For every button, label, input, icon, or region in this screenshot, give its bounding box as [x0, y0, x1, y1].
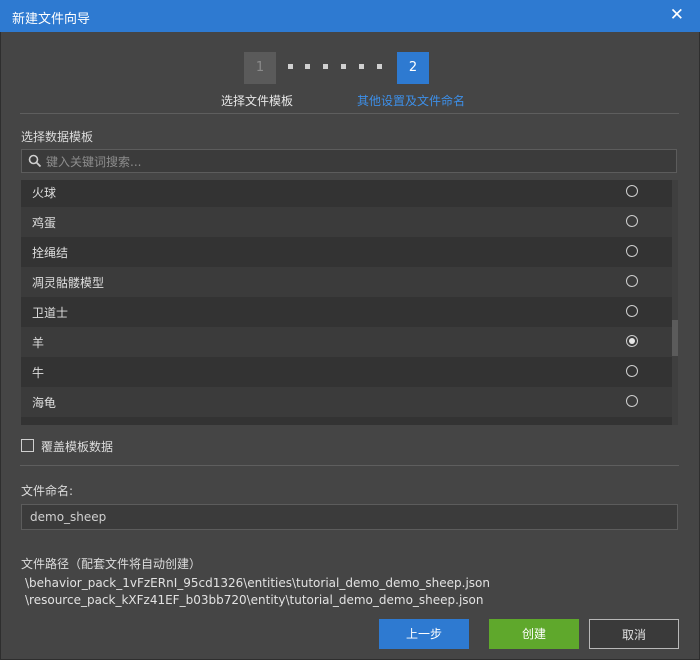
list-item[interactable]: 火球	[21, 180, 672, 207]
previous-step-button[interactable]: 上一步	[379, 619, 469, 649]
divider	[20, 465, 679, 466]
radio-button[interactable]	[626, 275, 638, 287]
list-item[interactable]: 海龟	[21, 387, 672, 417]
step-2-label: 其他设置及文件命名	[357, 94, 466, 108]
list-item-partial	[21, 417, 672, 425]
list-scrollbar-thumb[interactable]	[672, 320, 678, 356]
template-section-label: 选择数据模板	[21, 130, 94, 144]
list-item-label: 火球	[32, 186, 57, 200]
file-name-input[interactable]	[21, 504, 678, 530]
progress-dot	[359, 64, 364, 69]
list-item[interactable]: 牛	[21, 357, 672, 387]
window-title: 新建文件向导	[12, 12, 91, 27]
radio-button[interactable]	[626, 185, 638, 197]
list-item[interactable]: 凋灵骷髅模型	[21, 267, 672, 297]
template-search	[21, 149, 677, 173]
list-item-label: 卫道士	[32, 306, 69, 320]
search-input[interactable]	[44, 152, 668, 172]
divider	[20, 113, 679, 114]
search-icon	[28, 154, 42, 168]
list-scrollbar[interactable]	[672, 180, 678, 425]
new-file-wizard-dialog: 新建文件向导 ✕ 1 2 选择文件模板 其他设置及文件命名 选择数据模板 火球 …	[0, 0, 700, 660]
radio-button[interactable]	[626, 365, 638, 377]
radio-button[interactable]	[626, 395, 638, 407]
resource-pack-path: \resource_pack_kXFz41EF_b03bb720\entity\…	[25, 593, 484, 607]
file-name-label: 文件命名:	[21, 484, 74, 498]
override-checkbox-label: 覆盖模板数据	[41, 440, 114, 454]
step-1-label: 选择文件模板	[221, 94, 294, 108]
radio-button[interactable]	[626, 305, 638, 317]
file-path-label: 文件路径（配套文件将自动创建）	[21, 557, 202, 571]
list-item[interactable]: 拴绳结	[21, 237, 672, 267]
list-item[interactable]: 卫道士	[21, 297, 672, 327]
close-icon[interactable]: ✕	[670, 5, 684, 25]
step-2-indicator: 2	[397, 52, 429, 84]
progress-dot	[305, 64, 310, 69]
cancel-button[interactable]: 取消	[589, 619, 679, 649]
step-progress-dots	[288, 64, 384, 70]
behavior-pack-path: \behavior_pack_1vFzERnI_95cd1326\entitie…	[25, 576, 491, 590]
template-list: 火球 鸡蛋 拴绳结 凋灵骷髅模型 卫道士 羊 牛 海龟	[21, 180, 678, 425]
list-item-label: 拴绳结	[32, 246, 69, 260]
list-item[interactable]: 羊	[21, 327, 672, 357]
step-1-indicator: 1	[244, 52, 276, 84]
list-item-label: 牛	[32, 366, 45, 380]
list-item-label: 凋灵骷髅模型	[32, 276, 105, 290]
list-item-label: 鸡蛋	[32, 216, 57, 230]
progress-dot	[323, 64, 328, 69]
radio-button-selected[interactable]	[626, 335, 638, 347]
list-item-label: 羊	[32, 336, 45, 350]
list-item-label: 海龟	[32, 396, 57, 410]
title-bar: 新建文件向导 ✕	[0, 0, 700, 32]
progress-dot	[288, 64, 293, 69]
radio-button[interactable]	[626, 215, 638, 227]
create-button[interactable]: 创建	[489, 619, 579, 649]
progress-dot	[377, 64, 382, 69]
override-checkbox[interactable]	[21, 439, 34, 452]
progress-dot	[341, 64, 346, 69]
list-item[interactable]: 鸡蛋	[21, 207, 672, 237]
radio-button[interactable]	[626, 245, 638, 257]
